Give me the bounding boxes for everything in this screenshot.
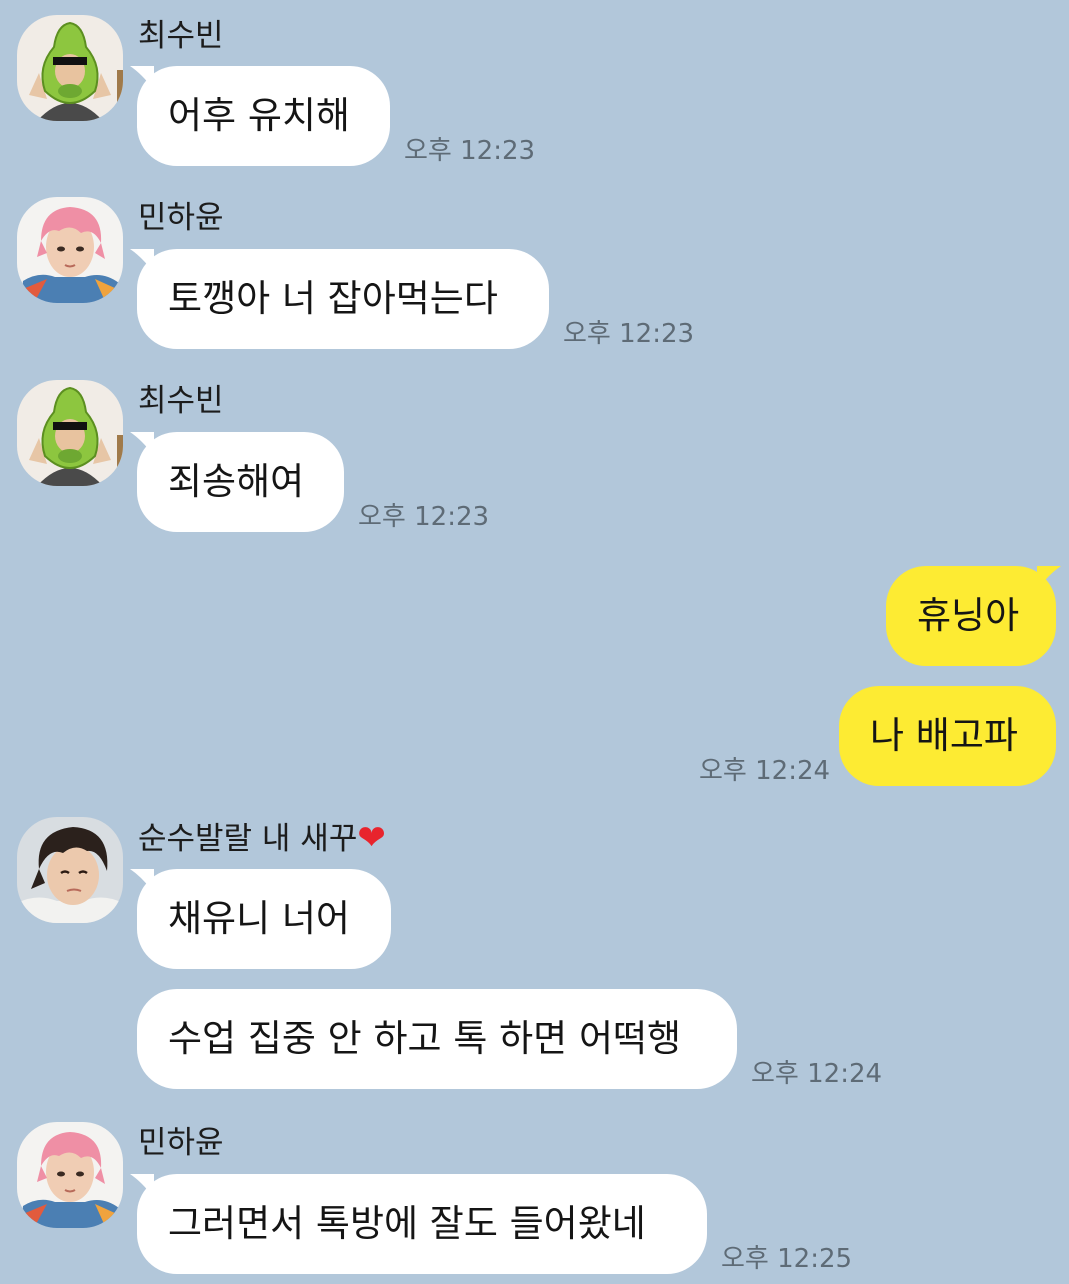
message-timestamp: 오후 12:23 [358, 502, 490, 532]
message-bubble[interactable]: 토깽아 너 잡아먹는다 [137, 249, 549, 349]
message-bubble-outgoing[interactable]: 휴닝아 [886, 566, 1056, 666]
sender-name: 최수빈 [138, 383, 224, 419]
sender-name-text: 순수발랄 내 새꾸 [138, 821, 358, 857]
message-timestamp: 오후 12:24 [699, 756, 831, 786]
message-timestamp: 오후 12:23 [563, 319, 695, 349]
avocado-hat-avatar-icon [17, 380, 123, 486]
avatar[interactable] [17, 1122, 123, 1228]
sender-name: 민하윤 [138, 200, 224, 236]
bubble-tail [1037, 566, 1061, 590]
sender-name: 순수발랄 내 새꾸❤ [138, 818, 386, 859]
message-timestamp: 오후 12:25 [721, 1244, 853, 1274]
message-timestamp: 오후 12:24 [751, 1059, 883, 1089]
avocado-hat-avatar-icon [17, 15, 123, 121]
pink-hair-avatar-icon [17, 197, 123, 303]
avatar[interactable] [17, 380, 123, 486]
chat-message-list[interactable]: 최수빈 어후 유치해 오후 12:23 민하윤 토깽아 너 잡아먹는다 오후 1… [0, 0, 1069, 1284]
dark-hair-avatar-icon [17, 817, 123, 923]
message-bubble[interactable]: 채유니 너어 [137, 869, 391, 969]
heart-icon: ❤ [357, 818, 386, 858]
message-bubble-outgoing[interactable]: 나 배고파 [839, 686, 1056, 786]
avatar[interactable] [17, 817, 123, 923]
avatar[interactable] [17, 15, 123, 121]
message-bubble[interactable]: 죄송해여 [137, 432, 344, 532]
message-bubble[interactable]: 수업 집중 안 하고 톡 하면 어떡행 [137, 989, 737, 1089]
avatar[interactable] [17, 197, 123, 303]
sender-name: 최수빈 [138, 18, 224, 54]
message-bubble[interactable]: 어후 유치해 [137, 66, 390, 166]
message-bubble[interactable]: 그러면서 톡방에 잘도 들어왔네 [137, 1174, 707, 1274]
sender-name: 민하윤 [138, 1125, 224, 1161]
message-timestamp: 오후 12:23 [404, 136, 536, 166]
pink-hair-avatar-icon [17, 1122, 123, 1228]
